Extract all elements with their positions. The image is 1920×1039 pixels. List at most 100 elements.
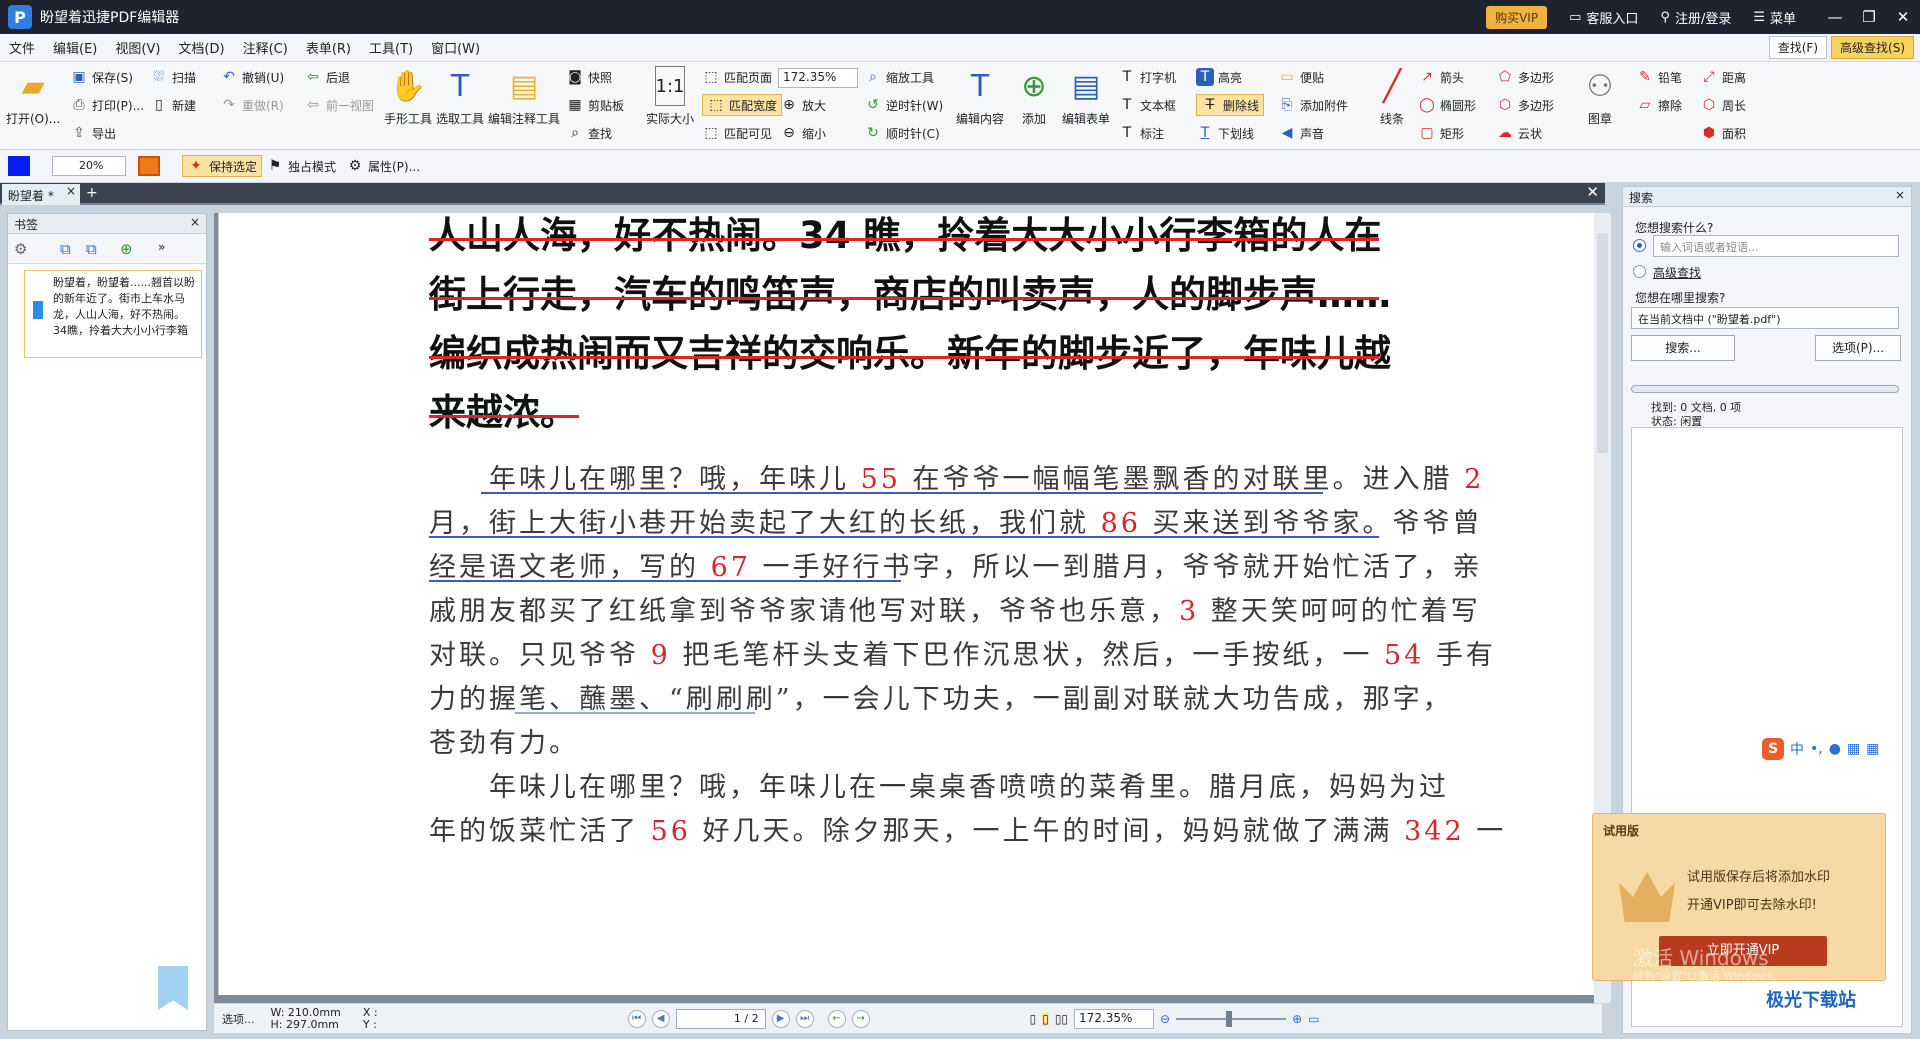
login-link[interactable]: ⚲ 注册/登录 [1660, 8, 1731, 27]
rotate-ccw-button[interactable]: ↺ 逆时针(W) [864, 94, 943, 116]
typewriter-button[interactable]: T 打字机 [1118, 66, 1176, 88]
panel-close-icon[interactable]: × [1895, 188, 1905, 202]
new-button[interactable]: ▯ 新建 [150, 94, 196, 116]
callout-button[interactable]: T 标注 [1118, 122, 1164, 144]
collapse-bookmark-icon[interactable]: ⧉ [86, 240, 97, 258]
panel-close-icon[interactable]: × [190, 215, 200, 229]
add-button[interactable]: ⊕ 添加 [1014, 66, 1054, 127]
area-button[interactable]: ⬢ 面积 [1700, 122, 1746, 144]
eraser-button[interactable]: ▱ 擦除 [1636, 94, 1682, 116]
menu-window[interactable]: 窗口(W) [422, 38, 489, 57]
fit-page-button[interactable]: ⬚ 匹配页面 [702, 66, 772, 88]
pdf-page[interactable]: 人山人海，好不热闹。34 瞧，拎着大大小小行李箱的人在 街上行走，汽车的鸣笛声，… [218, 213, 1594, 995]
next-page-button[interactable]: ▶ [771, 1009, 790, 1028]
strikethrough-annotation[interactable] [429, 238, 1379, 241]
prev-view-button[interactable]: ⇦ 前一视图 [304, 94, 374, 116]
arrow-button[interactable]: ↗ 箭头 [1418, 66, 1464, 88]
close-window-button[interactable]: ✕ [1886, 8, 1920, 26]
maximize-button[interactable]: ❐ [1852, 8, 1886, 26]
customer-service-link[interactable]: ▭ 客服入口 [1569, 8, 1638, 27]
ribbon-find-button[interactable]: ⌕ 查找 [566, 122, 612, 144]
strikethrough-annotation[interactable] [429, 297, 1379, 300]
edit-form-button[interactable]: ▤ 编辑表单 [1062, 66, 1110, 127]
nav-forward-button[interactable]: → [851, 1009, 870, 1028]
export-button[interactable]: ⇪ 导出 [70, 122, 116, 144]
zoom-slider[interactable] [1176, 1010, 1287, 1027]
more-chevron-icon[interactable]: » [158, 240, 165, 254]
tab-document[interactable]: 盼望着 * × [2, 184, 80, 205]
properties-button[interactable]: ⚙ 属性(P)... [346, 155, 420, 177]
advanced-find-button[interactable]: 高级查找(S) [1831, 36, 1914, 59]
undo-button[interactable]: ↶ 撤销(U) [220, 66, 284, 88]
fit-width-button[interactable]: ⬚ 匹配宽度 [702, 94, 783, 116]
ime-toolbar[interactable]: S 中 •, ● ▦ ▦ [1762, 738, 1879, 760]
edit-content-button[interactable]: T 编辑内容 [956, 66, 1004, 127]
menu-edit[interactable]: 编辑(E) [44, 38, 106, 57]
attach-file-button[interactable]: ⎘ 添加附件 [1278, 94, 1348, 116]
select-tool-button[interactable]: T 选取工具 [436, 66, 484, 127]
distance-button[interactable]: ⤢ 距离 [1700, 66, 1746, 88]
line-button[interactable]: ╱ 线条 [1372, 66, 1412, 127]
strikethrough-annotation[interactable] [429, 415, 579, 418]
rotate-cw-button[interactable]: ↻ 顺时针(C) [864, 122, 940, 144]
menu-document[interactable]: 文档(D) [169, 38, 233, 57]
scrollbar-thumb[interactable] [1597, 233, 1608, 453]
page-number-input[interactable]: 1 / 2 [675, 1008, 766, 1029]
zoom-in-icon[interactable]: ⊕ [1292, 1012, 1302, 1026]
snapshot-button[interactable]: ◙ 快照 [566, 66, 612, 88]
exclusive-mode-button[interactable]: ⚑ 独占模式 [266, 155, 336, 177]
nav-back-button[interactable]: ← [827, 1009, 846, 1028]
clipboard-button[interactable]: ▦ 剪贴板 [566, 94, 624, 116]
bookmark-item[interactable]: 盼望着，盼望着......翘首以盼的新年近了。街市上车水马龙，人山人海，好不热闹… [24, 270, 202, 358]
edit-annotation-tool-button[interactable]: ▤ 编辑注释工具 [488, 66, 560, 127]
first-page-button[interactable]: ⏮ [627, 1009, 646, 1028]
new-tab-icon[interactable]: + [86, 185, 98, 201]
menu-file[interactable]: 文件 [0, 38, 44, 57]
strikethrough-annotation-faint[interactable] [515, 712, 755, 714]
perimeter-button[interactable]: ⬡ 周长 [1700, 94, 1746, 116]
search-input[interactable]: 输入词语或者短语... [1653, 235, 1899, 257]
options-button[interactable]: 选项... [222, 1011, 255, 1027]
last-page-button[interactable]: ⏭ [795, 1009, 814, 1028]
basic-search-radio[interactable] [1633, 239, 1646, 252]
search-button[interactable]: 搜索... [1631, 335, 1735, 361]
strikethrough-annotation-blue[interactable] [429, 580, 901, 582]
status-zoom-select[interactable]: 172.35% [1074, 1008, 1155, 1029]
fill-color-picker[interactable] [138, 156, 160, 176]
buy-vip-button[interactable]: 购买VIP [1486, 5, 1548, 29]
fit-visible-button[interactable]: ⬚ 匹配可见 [702, 122, 772, 144]
keep-selected-button[interactable]: ✦ 保持选定 [182, 155, 263, 177]
close-document-icon[interactable]: ✕ [1586, 183, 1599, 201]
search-scope-select[interactable]: 在当前文档中 ("盼望着.pdf") [1631, 307, 1899, 329]
single-page-icon[interactable]: ▯ [1030, 1012, 1037, 1026]
stamp-button[interactable]: ⚇ 图章 [1580, 66, 1620, 127]
find-button[interactable]: 查找(F) [1768, 36, 1828, 59]
zoom-out-icon[interactable]: ⊖ [1160, 1012, 1170, 1026]
hand-tool-button[interactable]: ✋ 手形工具 [384, 66, 432, 127]
search-options-button[interactable]: 选项(P)... [1815, 335, 1901, 361]
fit-icon[interactable]: ▭ [1308, 1012, 1319, 1026]
pencil-button[interactable]: ✎ 铅笔 [1636, 66, 1682, 88]
polyline-button[interactable]: ⬡ 多边形 [1496, 94, 1554, 116]
actual-size-button[interactable]: 1:1 实际大小 [646, 66, 694, 127]
document-view[interactable]: 人山人海，好不热闹。34 瞧，拎着大大小小行李箱的人在 街上行走，汽车的鸣笛声，… [214, 213, 1611, 1003]
advanced-search-label[interactable]: 高级查找 [1653, 264, 1701, 281]
zoom-select[interactable]: 172.35% [778, 68, 858, 88]
polygon-button[interactable]: ⬠ 多边形 [1496, 66, 1554, 88]
zoom-in-button[interactable]: ⊕ 放大 [780, 94, 826, 116]
rectangle-button[interactable]: ▢ 矩形 [1418, 122, 1464, 144]
expand-bookmark-icon[interactable]: ⧉ [60, 240, 71, 258]
underline-button[interactable]: T 下划线 [1196, 122, 1254, 144]
save-button[interactable]: ▣ 保存(S) [70, 66, 133, 88]
prev-page-button[interactable]: ◀ [651, 1009, 670, 1028]
open-button[interactable]: ▰ 打开(O)... [6, 66, 60, 127]
scan-button[interactable]: ⛆ 扫描 [150, 66, 196, 88]
back-button[interactable]: ⇦ 后退 [304, 66, 350, 88]
menu-view[interactable]: 视图(V) [106, 38, 169, 57]
textbox-button[interactable]: T 文本框 [1118, 94, 1176, 116]
zoom-slider-thumb[interactable] [1226, 1010, 1233, 1027]
tab-close-icon[interactable]: × [66, 184, 76, 198]
advanced-search-radio[interactable] [1633, 265, 1646, 278]
menu-tools[interactable]: 工具(T) [360, 38, 422, 57]
strikethrough-button[interactable]: T 删除线 [1196, 94, 1265, 116]
